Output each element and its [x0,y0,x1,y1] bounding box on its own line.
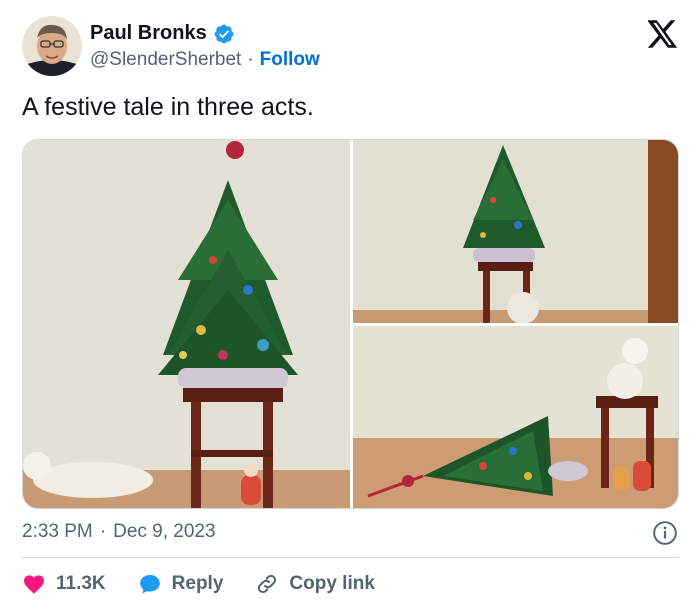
reply-bubble-icon [139,575,160,594]
x-logo-icon[interactable] [648,20,678,48]
photo-1[interactable] [23,140,350,508]
copy-link-button[interactable]: Copy link [255,572,375,596]
like-button[interactable]: 11.3K [22,572,106,596]
reply-label: Reply [171,573,224,594]
verified-badge-icon [214,24,234,43]
action-bar: 11.3K Reply Copy link [22,570,407,598]
tweet-text: A festive tale in three acts. [22,93,314,121]
tweet-card: Paul Bronks @SlenderSherbet · Follow A f… [0,0,700,612]
author-handle-row: @SlenderSherbet · Follow [90,49,320,71]
author-name-row: Paul Bronks [90,22,235,45]
photo-3[interactable] [353,326,678,508]
timestamp-separator: · [99,521,107,542]
avatar[interactable] [22,16,82,76]
copy-link-label: Copy link [289,573,375,594]
photo-2[interactable] [353,140,678,323]
info-icon[interactable] [652,520,678,546]
author-handle[interactable]: @SlenderSherbet [90,49,241,71]
tweet-time[interactable]: 2:33 PM [22,521,93,543]
link-icon [258,574,277,594]
like-count: 11.3K [56,573,106,594]
follow-button[interactable]: Follow [260,49,320,71]
tweet-timestamp: 2:33 PM · Dec 9, 2023 [22,521,216,543]
media-grid [22,139,679,509]
photo-tree-cat-under-icon [353,140,678,323]
author-name[interactable]: Paul Bronks [90,22,207,45]
divider [22,557,679,558]
reply-button[interactable]: Reply [138,572,224,596]
heart-icon [24,575,44,594]
tweet-date[interactable]: Dec 9, 2023 [113,521,215,543]
photo-tree-on-stool-icon [23,140,350,508]
separator-dot: · [247,49,254,70]
photo-tree-fallen-cat-on-stool-icon [353,326,678,508]
